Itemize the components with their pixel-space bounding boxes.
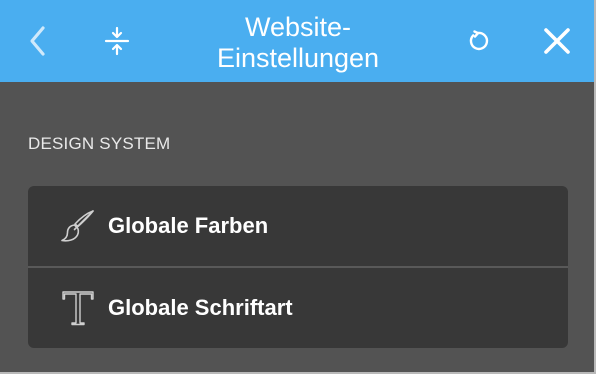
list-item-label: Globale Schriftart [108,295,293,320]
collapse-vertical-icon [104,26,130,56]
panel-title: Website- Einstellungen [150,12,446,74]
panel-header: Website- Einstellungen [0,0,594,82]
close-button[interactable] [537,16,577,66]
paintbrush-icon [61,210,94,242]
collapse-button[interactable] [97,16,137,66]
list-item-label: Globale Farben [108,213,269,238]
list-item-global-font[interactable]: Globale Schriftart [28,268,568,348]
reset-button[interactable] [458,16,498,66]
panel-title-line1: Website- [244,12,352,42]
back-button[interactable] [18,16,58,66]
section-label: DESIGN SYSTEM [28,134,171,153]
chevron-left-icon [30,26,45,56]
typography-icon [62,291,94,326]
design-system-list: Globale Farben Globale Schriftart [28,186,568,348]
panel-title-line2: Einstellungen [216,43,380,73]
list-item-global-colors[interactable]: Globale Farben [28,186,568,268]
reset-icon [469,30,489,51]
close-icon [544,28,570,54]
settings-panel: Website- Einstellungen DESIGN SYSTEM Glo… [0,0,596,374]
